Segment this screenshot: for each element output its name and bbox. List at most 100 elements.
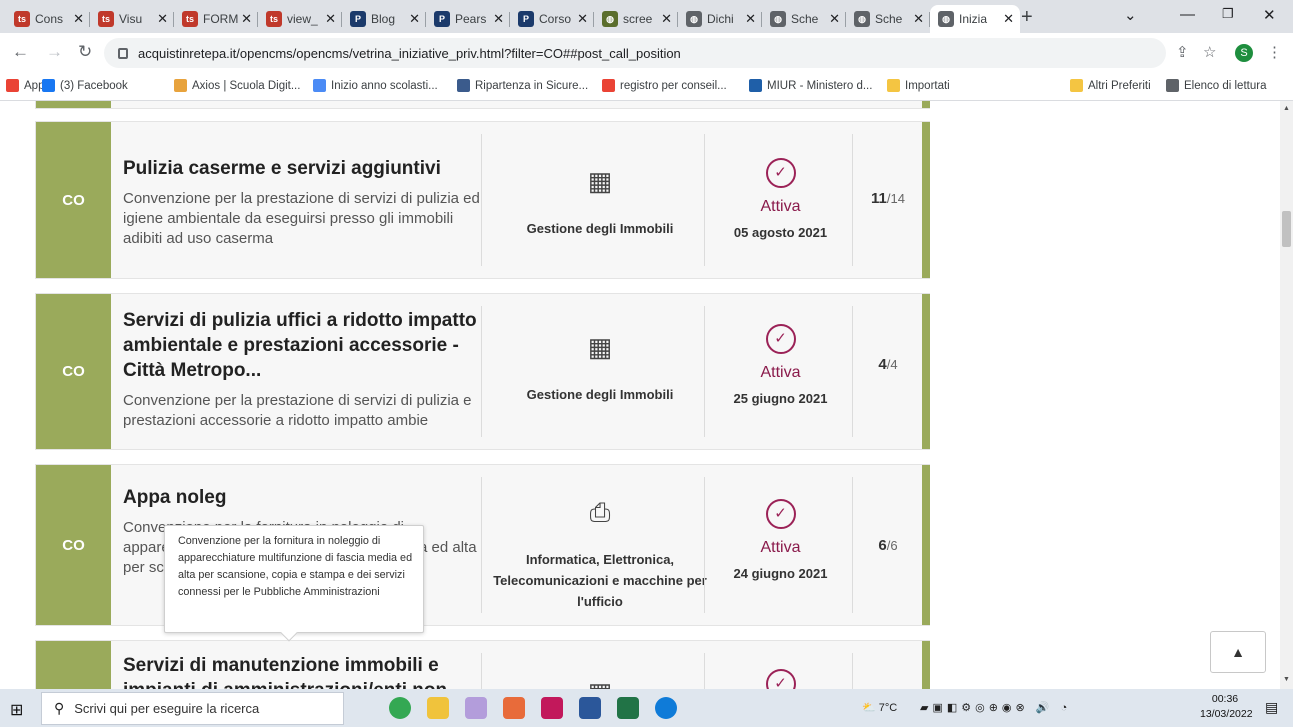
tab-close-icon[interactable]: ✕ (745, 11, 756, 27)
tab-close-icon[interactable]: ✕ (325, 11, 336, 27)
tab-close-icon[interactable]: ✕ (409, 11, 420, 27)
bookmark-7[interactable]: MIUR - Ministero d... (749, 79, 872, 92)
paint-app-icon[interactable] (541, 697, 563, 719)
bookmark-label: Elenco di lettura (1184, 79, 1267, 92)
tab-close-icon[interactable]: ✕ (661, 11, 672, 27)
bookmark-right-2[interactable]: Elenco di lettura (1166, 79, 1266, 92)
card-title[interactable]: Appa noleg (123, 485, 483, 510)
tab-7[interactable]: P Corso ✕ (510, 5, 594, 33)
building-icon: ▦ (491, 677, 709, 689)
tab-close-icon[interactable]: ✕ (1003, 11, 1014, 27)
bookmark-3[interactable]: Axios | Scuola Digit... (174, 79, 300, 92)
minimize-button[interactable]: — (1180, 6, 1195, 23)
convention-card[interactable]: CO Servizi di pulizia uffici a ridotto im… (35, 293, 930, 450)
bookmark-right-1[interactable]: Altri Preferiti (1070, 79, 1151, 92)
tab-close-icon[interactable]: ✕ (157, 11, 168, 27)
bookmark-6[interactable]: registro per conseil... (602, 79, 727, 92)
card-accent-bar (922, 641, 930, 689)
chrome-app-icon[interactable] (389, 697, 411, 719)
back-arrow-icon[interactable]: ← (12, 42, 29, 62)
tab-12[interactable]: ◍ Inizia ✕ (930, 5, 1020, 33)
tab-close-icon[interactable]: ✕ (493, 11, 504, 27)
weather-widget[interactable]: ⛅ 7°C (862, 701, 897, 714)
tab-close-icon[interactable]: ✕ (73, 11, 84, 27)
scrollbar-thumb[interactable] (1282, 211, 1291, 247)
publisher-icon[interactable] (579, 697, 601, 719)
tab-1[interactable]: ts Cons ✕ (6, 5, 90, 33)
bookmark-4[interactable]: Inizio anno scolasti... (313, 79, 438, 92)
restore-button[interactable]: ❐ (1222, 6, 1234, 22)
profile-avatar[interactable]: S (1235, 44, 1253, 62)
check-circle-icon: ✓ (765, 324, 796, 354)
category-label: Informatica, Elettronica, Telecomunicazi… (493, 552, 707, 609)
bookmark-5[interactable]: Ripartenza in Sicure... (457, 79, 588, 92)
globe-icon: ◍ (938, 11, 954, 27)
card-title[interactable]: Servizi di pulizia uffici a ridotto impa… (123, 308, 483, 383)
tab-6[interactable]: P Pears ✕ (426, 5, 510, 33)
tab-8[interactable]: ◍ scree ✕ (594, 5, 678, 33)
tab-4[interactable]: ts view_ ✕ (258, 5, 342, 33)
tab-title: scree (623, 12, 653, 26)
globe-icon (313, 79, 326, 92)
address-bar[interactable]: acquistinretepa.it/opencms/opencms/vetri… (104, 38, 1166, 68)
tab-close-icon[interactable]: ✕ (577, 11, 588, 27)
bookmark-1[interactable]: App (6, 79, 44, 92)
tab-9[interactable]: ◍ Dichi ✕ (678, 5, 762, 33)
close-window-button[interactable]: ✕ (1263, 6, 1276, 24)
chevron-up-icon: ▲ (1231, 644, 1245, 660)
taskbar-clock[interactable]: 00:36 13/03/2022 (1200, 692, 1253, 722)
status-date: 24 giugno 2021 (733, 566, 828, 581)
column-divider (852, 477, 853, 613)
tab-search-chevron-icon[interactable]: ⌄ (1124, 6, 1137, 24)
reload-icon[interactable]: ↻ (78, 42, 92, 62)
pearson-favicon-icon: P (434, 11, 450, 27)
tab-close-icon[interactable]: ✕ (913, 11, 924, 27)
tooltip-pointer (280, 624, 298, 642)
forward-arrow-icon[interactable]: → (46, 42, 63, 62)
tab-3[interactable]: ts FORM ✕ (174, 5, 258, 33)
share-icon[interactable]: ⇪ (1176, 43, 1189, 61)
taskbar-search-box[interactable]: ⚲ Scrivi qui per eseguire la ricerca (41, 692, 344, 725)
back-to-top-button[interactable]: ▲ (1210, 631, 1266, 673)
scroll-down-arrow-icon[interactable]: ▼ (1283, 676, 1290, 683)
type-tag: CO (36, 294, 111, 449)
snipping-tool-icon[interactable] (465, 697, 487, 719)
tab-title: Sche (791, 12, 819, 26)
edge-icon[interactable] (655, 697, 677, 719)
lot-count: 6 (878, 537, 887, 554)
weather-icon: ⛅ (862, 702, 876, 714)
file-explorer-icon[interactable] (427, 697, 449, 719)
card-title[interactable]: Servizi di manutenzione immobili e impia… (123, 653, 483, 689)
tab-2[interactable]: ts Visu ✕ (90, 5, 174, 33)
tab-5[interactable]: P Blog ✕ (342, 5, 426, 33)
tab-11[interactable]: ◍ Sche ✕ (846, 5, 930, 33)
system-tray-icons[interactable]: ▰▣◧⚙◎⊕◉⊗ 🔊 ◔ (920, 701, 1071, 714)
check-circle-icon: ✓ (765, 669, 796, 689)
excel-icon[interactable] (617, 697, 639, 719)
category-label: Gestione degli Immobili (526, 387, 674, 402)
page-scrollbar[interactable]: ▲ ▼ (1280, 101, 1293, 689)
column-divider (481, 134, 482, 266)
tab-strip: ts Cons ✕ ts Visu ✕ ts FORM ✕ ts view_ ✕ P Blog ✕ P Pear… (0, 0, 1293, 33)
convention-card[interactable]: CO Servizi di manutenzione immobili e imp… (35, 640, 930, 689)
scroll-up-arrow-icon[interactable]: ▲ (1283, 105, 1290, 112)
bookmark-8[interactable]: Importati (887, 79, 950, 92)
powerpoint-icon[interactable] (503, 697, 525, 719)
card-category: ▦ Gestione degli Immobili (491, 332, 709, 405)
bookmark-2[interactable]: (3) Facebook (42, 79, 128, 92)
notifications-icon[interactable]: ▤ (1265, 699, 1278, 716)
tab-close-icon[interactable]: ✕ (829, 11, 840, 27)
windows-start-icon[interactable]: ⊞ (10, 700, 23, 720)
miur-icon (749, 79, 762, 92)
card-main: Pulizia caserme e servizi aggiuntivi Conv… (123, 156, 483, 249)
convention-card[interactable]: CO Pulizia caserme e servizi aggiuntivi Co… (35, 121, 930, 279)
card-title[interactable]: Pulizia caserme e servizi aggiuntivi (123, 156, 483, 181)
volume-icon: 🔊 (1035, 702, 1054, 714)
new-tab-button[interactable]: + (1021, 6, 1033, 29)
tab-title: Visu (119, 12, 143, 26)
tab-10[interactable]: ◍ Sche ✕ (762, 5, 846, 33)
menu-kebab-icon[interactable]: ⋮ (1267, 43, 1282, 61)
tray-app-icons: ▰▣◧⚙◎⊕◉⊗ (920, 702, 1029, 714)
tab-close-icon[interactable]: ✕ (241, 11, 252, 27)
ts-favicon-icon: ts (182, 11, 198, 27)
